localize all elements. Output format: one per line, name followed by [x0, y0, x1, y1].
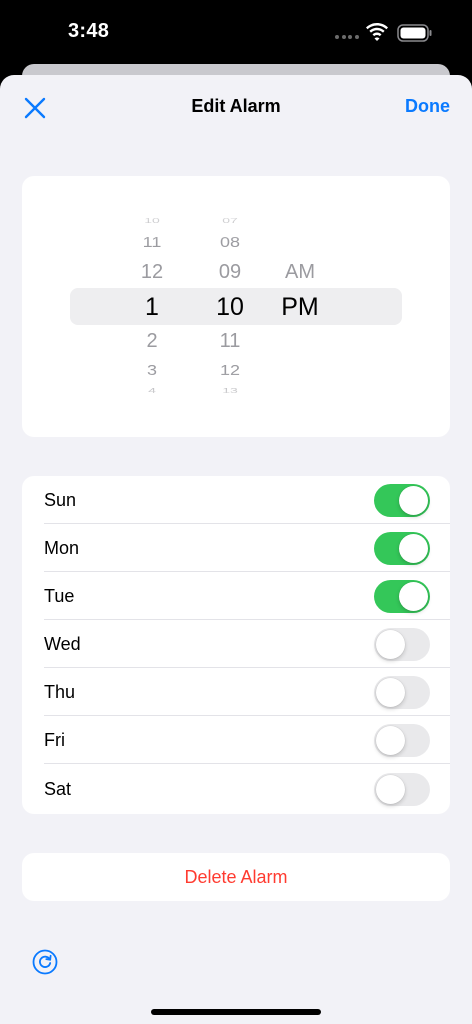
day-label: Wed: [44, 634, 81, 654]
day-label: Sun: [44, 490, 77, 510]
battery-icon: [397, 24, 432, 42]
minute-option[interactable]: 07: [200, 216, 260, 225]
minute-option[interactable]: 11: [200, 330, 260, 353]
signal-dots-icon: [335, 35, 359, 39]
list-item: Sun: [22, 476, 450, 524]
edit-alarm-sheet: Edit Alarm Done 10 11 12 1 2 3 4 07 08 0…: [0, 75, 472, 1024]
day-toggle[interactable]: [374, 676, 430, 709]
page-title: Edit Alarm: [191, 96, 281, 116]
nav-bar: Edit Alarm Done: [0, 75, 472, 139]
list-item: Sat: [22, 765, 450, 813]
hour-option-selected[interactable]: 1: [122, 293, 182, 322]
period-wheel[interactable]: AM PM: [270, 176, 330, 437]
day-toggle[interactable]: [374, 532, 430, 565]
hour-option[interactable]: 3: [122, 362, 182, 379]
hour-option[interactable]: 2: [122, 330, 182, 353]
toggle-knob: [399, 486, 428, 515]
hour-option[interactable]: 11: [122, 234, 182, 251]
day-label: Thu: [44, 682, 76, 702]
minute-option[interactable]: 09: [200, 261, 260, 284]
list-item: Tue: [22, 572, 450, 620]
day-toggle[interactable]: [374, 484, 430, 517]
done-button[interactable]: Done: [405, 96, 450, 117]
list-item: Thu: [22, 668, 450, 716]
wifi-icon: [366, 23, 388, 41]
toggle-knob: [376, 630, 405, 659]
toggle-knob: [399, 582, 428, 611]
minute-option[interactable]: 12: [200, 362, 260, 379]
minute-wheel[interactable]: 07 08 09 10 11 12 13: [200, 176, 260, 437]
hour-wheel[interactable]: 10 11 12 1 2 3 4: [122, 176, 182, 437]
list-item: Wed: [22, 620, 450, 668]
day-toggle[interactable]: [374, 773, 430, 806]
divider: [44, 763, 450, 764]
status-bar: 3:48: [0, 0, 472, 66]
minute-option-selected[interactable]: 10: [200, 293, 260, 322]
minute-option[interactable]: 13: [200, 386, 260, 395]
day-toggle[interactable]: [374, 724, 430, 757]
home-indicator: [151, 1009, 321, 1015]
list-item: Mon: [22, 524, 450, 572]
delete-alarm-button[interactable]: Delete Alarm: [22, 853, 450, 901]
period-option-selected[interactable]: PM: [270, 293, 330, 322]
toggle-knob: [399, 534, 428, 563]
toggle-knob: [376, 775, 405, 804]
status-time: 3:48: [68, 20, 110, 42]
repeat-days-list: Sun Mon Tue Wed Thu Fri Sat: [22, 476, 450, 814]
hour-option[interactable]: 4: [122, 386, 182, 395]
day-label: Mon: [44, 538, 80, 558]
day-label: Tue: [44, 586, 75, 606]
day-label: Sat: [44, 779, 72, 799]
toggle-knob: [376, 726, 405, 755]
refresh-icon[interactable]: [32, 949, 58, 975]
hour-option[interactable]: 12: [122, 261, 182, 284]
toggle-knob: [376, 678, 405, 707]
delete-alarm-label: Delete Alarm: [184, 867, 288, 887]
day-toggle[interactable]: [374, 628, 430, 661]
hour-option[interactable]: 10: [122, 216, 182, 225]
time-picker[interactable]: 10 11 12 1 2 3 4 07 08 09 10 11 12 13 AM…: [22, 176, 450, 437]
day-toggle[interactable]: [374, 580, 430, 613]
minute-option[interactable]: 08: [200, 234, 260, 251]
list-item: Fri: [22, 716, 450, 764]
period-option[interactable]: AM: [270, 261, 330, 284]
day-label: Fri: [44, 730, 65, 750]
